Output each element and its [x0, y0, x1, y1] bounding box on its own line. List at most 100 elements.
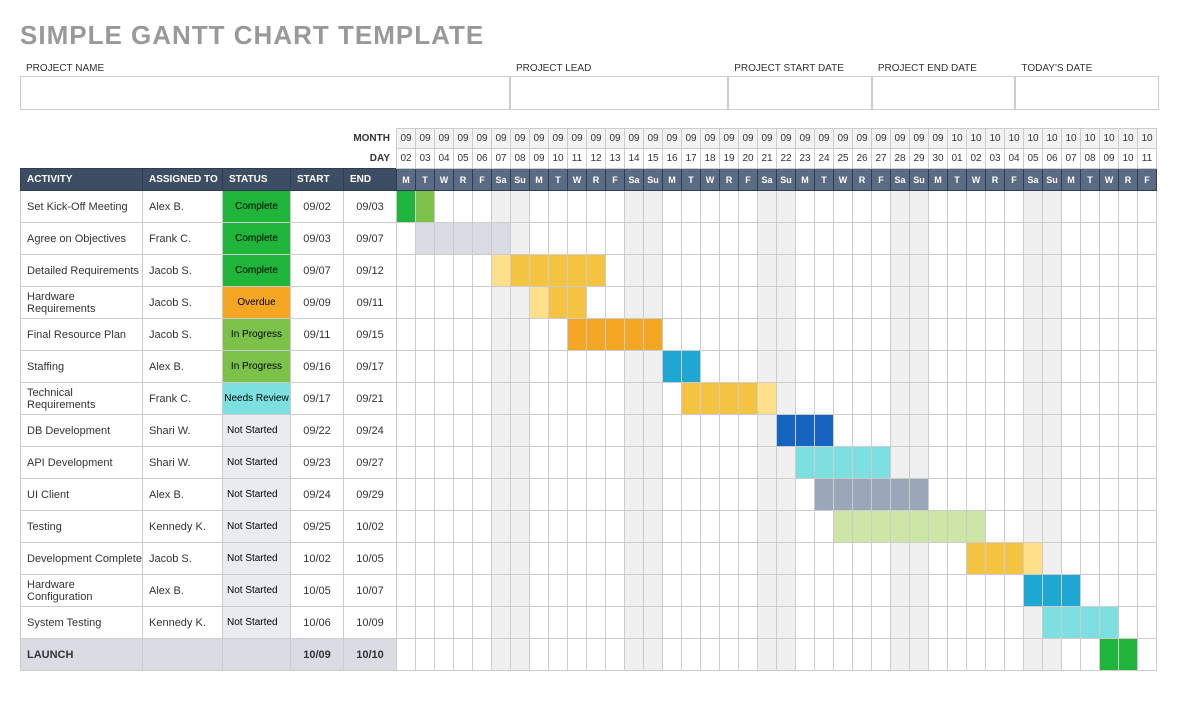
assigned-cell[interactable]: Kennedy K. — [143, 607, 223, 639]
activity-cell[interactable]: Agree on Objectives — [21, 223, 143, 255]
activity-cell[interactable]: Staffing — [21, 351, 143, 383]
end-cell[interactable]: 10/10 — [344, 639, 397, 671]
end-cell[interactable]: 10/09 — [344, 607, 397, 639]
gantt-cell — [834, 511, 853, 543]
gantt-cell — [473, 383, 492, 415]
activity-cell[interactable]: LAUNCH — [21, 639, 143, 671]
activity-cell[interactable]: Technical Requirements — [21, 383, 143, 415]
start-cell[interactable]: 09/23 — [291, 447, 344, 479]
assigned-cell[interactable]: Jacob S. — [143, 287, 223, 319]
status-cell[interactable]: Not Started — [223, 511, 291, 543]
activity-cell[interactable]: UI Client — [21, 479, 143, 511]
start-cell[interactable]: 10/05 — [291, 575, 344, 607]
start-cell[interactable]: 09/11 — [291, 319, 344, 351]
today-input[interactable] — [1015, 76, 1159, 110]
status-cell[interactable]: Not Started — [223, 543, 291, 575]
start-cell[interactable]: 09/16 — [291, 351, 344, 383]
assigned-cell[interactable]: Alex B. — [143, 351, 223, 383]
start-cell[interactable]: 09/09 — [291, 287, 344, 319]
gantt-cell — [891, 223, 910, 255]
status-cell[interactable]: Not Started — [223, 479, 291, 511]
project-name-input[interactable] — [20, 76, 510, 110]
project-start-input[interactable] — [728, 76, 872, 110]
gantt-cell — [815, 511, 834, 543]
gantt-cell — [853, 383, 872, 415]
end-cell[interactable]: 09/27 — [344, 447, 397, 479]
end-cell[interactable]: 09/24 — [344, 415, 397, 447]
status-cell[interactable]: Not Started — [223, 415, 291, 447]
status-cell[interactable] — [223, 639, 291, 671]
start-cell[interactable]: 09/07 — [291, 255, 344, 287]
assigned-cell[interactable]: Alex B. — [143, 575, 223, 607]
status-cell[interactable]: In Progress — [223, 351, 291, 383]
activity-cell[interactable]: System Testing — [21, 607, 143, 639]
start-cell[interactable]: 09/02 — [291, 191, 344, 223]
project-end-input[interactable] — [872, 76, 1016, 110]
status-cell[interactable]: Complete — [223, 191, 291, 223]
activity-cell[interactable]: DB Development — [21, 415, 143, 447]
gantt-cell — [625, 639, 644, 671]
end-cell[interactable]: 09/17 — [344, 351, 397, 383]
gantt-cell — [454, 287, 473, 319]
day-cell: 01 — [948, 149, 967, 169]
activity-cell[interactable]: Hardware Requirements — [21, 287, 143, 319]
end-cell[interactable]: 10/07 — [344, 575, 397, 607]
start-cell[interactable]: 10/09 — [291, 639, 344, 671]
status-cell[interactable]: Complete — [223, 223, 291, 255]
gantt-cell — [663, 639, 682, 671]
start-cell[interactable]: 09/24 — [291, 479, 344, 511]
status-cell[interactable]: Not Started — [223, 447, 291, 479]
activity-cell[interactable]: Testing — [21, 511, 143, 543]
gantt-cell — [967, 191, 986, 223]
activity-cell[interactable]: Hardware Configuration — [21, 575, 143, 607]
assigned-cell[interactable]: Alex B. — [143, 191, 223, 223]
assigned-cell[interactable]: Jacob S. — [143, 319, 223, 351]
activity-cell[interactable]: Detailed Requirements — [21, 255, 143, 287]
table-row: StaffingAlex B.In Progress09/1609/17 — [21, 351, 1157, 383]
start-cell[interactable]: 10/06 — [291, 607, 344, 639]
gantt-cell — [720, 447, 739, 479]
project-lead-block: PROJECT LEAD — [510, 61, 728, 110]
assigned-cell[interactable]: Frank C. — [143, 383, 223, 415]
gantt-cell — [682, 543, 701, 575]
start-cell[interactable]: 09/22 — [291, 415, 344, 447]
end-cell[interactable]: 09/15 — [344, 319, 397, 351]
start-cell[interactable]: 10/02 — [291, 543, 344, 575]
project-end-label: PROJECT END DATE — [872, 61, 1016, 76]
activity-cell[interactable]: Final Resource Plan — [21, 319, 143, 351]
end-cell[interactable]: 10/05 — [344, 543, 397, 575]
assigned-cell[interactable] — [143, 639, 223, 671]
end-cell[interactable]: 10/02 — [344, 511, 397, 543]
status-cell[interactable]: Not Started — [223, 607, 291, 639]
month-cell: 09 — [416, 129, 435, 149]
status-cell[interactable]: Needs Review — [223, 383, 291, 415]
end-cell[interactable]: 09/07 — [344, 223, 397, 255]
assigned-cell[interactable]: Frank C. — [143, 223, 223, 255]
end-cell[interactable]: 09/12 — [344, 255, 397, 287]
start-cell[interactable]: 09/25 — [291, 511, 344, 543]
end-cell[interactable]: 09/29 — [344, 479, 397, 511]
activity-cell[interactable]: API Development — [21, 447, 143, 479]
start-cell[interactable]: 09/03 — [291, 223, 344, 255]
gantt-cell — [1005, 415, 1024, 447]
status-cell[interactable]: Complete — [223, 255, 291, 287]
activity-cell[interactable]: Development Complete — [21, 543, 143, 575]
end-cell[interactable]: 09/21 — [344, 383, 397, 415]
assigned-cell[interactable]: Alex B. — [143, 479, 223, 511]
header-dow: Sa — [758, 169, 777, 191]
assigned-cell[interactable]: Kennedy K. — [143, 511, 223, 543]
gantt-cell — [1138, 575, 1157, 607]
assigned-cell[interactable]: Jacob S. — [143, 543, 223, 575]
start-cell[interactable]: 09/17 — [291, 383, 344, 415]
gantt-cell — [1024, 383, 1043, 415]
assigned-cell[interactable]: Shari W. — [143, 447, 223, 479]
status-cell[interactable]: Not Started — [223, 575, 291, 607]
end-cell[interactable]: 09/11 — [344, 287, 397, 319]
end-cell[interactable]: 09/03 — [344, 191, 397, 223]
assigned-cell[interactable]: Jacob S. — [143, 255, 223, 287]
project-lead-input[interactable] — [510, 76, 728, 110]
status-cell[interactable]: In Progress — [223, 319, 291, 351]
status-cell[interactable]: Overdue — [223, 287, 291, 319]
activity-cell[interactable]: Set Kick-Off Meeting — [21, 191, 143, 223]
assigned-cell[interactable]: Shari W. — [143, 415, 223, 447]
